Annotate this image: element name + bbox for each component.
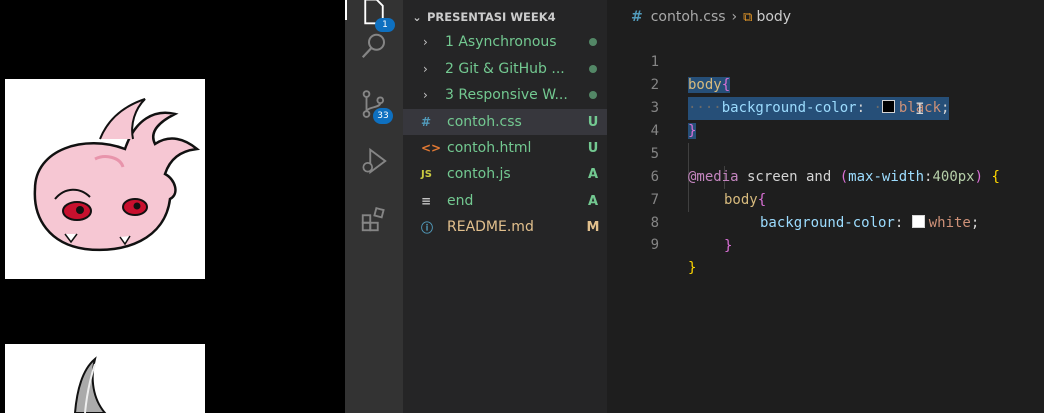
run-debug-icon xyxy=(362,147,387,175)
file-name: end xyxy=(447,193,474,209)
chevron-right-icon: › xyxy=(423,62,428,76)
folder-item[interactable]: › 2 Git & GitHub ... xyxy=(403,56,607,82)
source-control-button[interactable]: 33 xyxy=(345,80,403,128)
css-file-icon: # xyxy=(421,115,432,129)
scm-badge: 33 xyxy=(373,108,393,124)
browser-preview xyxy=(0,0,345,413)
breadcrumb-symbol[interactable]: body xyxy=(756,9,791,25)
file-name: contoh.css xyxy=(447,114,522,130)
file-item-end[interactable]: ≡ end A xyxy=(403,188,607,214)
run-debug-button[interactable] xyxy=(345,137,403,185)
git-status: M xyxy=(586,219,600,235)
symbol-class-icon: ⧉ xyxy=(743,9,753,25)
git-status: U xyxy=(587,140,599,156)
folder-name: 2 Git & GitHub ... xyxy=(445,61,565,77)
folder-item[interactable]: › 1 Asynchronous xyxy=(403,29,607,55)
text-file-icon: ≡ xyxy=(421,194,432,208)
status-dot xyxy=(579,88,607,103)
brace: } xyxy=(688,260,697,276)
file-item-css[interactable]: # contoh.css U xyxy=(403,109,607,135)
code-line: 9 } xyxy=(607,211,1044,276)
breadcrumb-file[interactable]: contoh.css xyxy=(651,9,726,25)
extensions-button[interactable] xyxy=(345,195,403,243)
folder-item[interactable]: › 3 Responsive W... xyxy=(403,82,607,108)
code-line: 3 } xyxy=(607,74,1044,139)
extensions-icon xyxy=(361,207,385,232)
brace: } xyxy=(724,238,733,254)
folder-name: 3 Responsive W... xyxy=(445,87,568,103)
activity-bar: 1 33 xyxy=(345,0,403,413)
line-number: 9 xyxy=(650,237,659,253)
text-cursor-icon: I xyxy=(915,99,925,118)
code-line: 1 body{ xyxy=(607,28,1044,93)
active-indicator xyxy=(345,0,347,20)
html-file-icon: <> xyxy=(421,141,442,155)
chevron-right-icon: › xyxy=(731,9,738,25)
ghost-digimon-image xyxy=(5,79,205,279)
file-item-html[interactable]: <> contoh.html U xyxy=(403,135,607,161)
workspace-header[interactable]: ⌄ PRESENTASI WEEK4 xyxy=(403,6,607,28)
chevron-right-icon: › xyxy=(423,35,428,49)
git-status: U xyxy=(587,114,599,130)
code-editor[interactable]: # contoh.css › ⧉ body 1 body{ 2 ····back… xyxy=(607,0,1044,413)
chevron-down-icon: ⌄ xyxy=(412,10,422,24)
code-line: 4 xyxy=(607,97,1044,139)
file-item-js[interactable]: JS contoh.js A xyxy=(403,161,607,187)
js-file-icon: JS xyxy=(421,168,432,180)
folder-name: 1 Asynchronous xyxy=(445,34,557,50)
status-dot xyxy=(579,35,607,50)
git-status: A xyxy=(587,166,599,182)
horn-image xyxy=(5,344,205,413)
code-line: 2 ····background-color: · black; xyxy=(607,51,1044,120)
chevron-right-icon: › xyxy=(423,88,428,102)
search-icon xyxy=(361,33,385,59)
status-dot xyxy=(579,62,607,77)
file-item-readme[interactable]: ⓘ README.md M xyxy=(403,214,607,240)
code-line: 7 background-color: white; xyxy=(607,166,1044,231)
screen: 1 33 ⌄ PRESENTASI WEEK4 › 1 Asynchronous… xyxy=(0,0,1044,413)
search-button[interactable] xyxy=(345,22,403,70)
git-status: A xyxy=(587,193,599,209)
code-line: 6 body{ xyxy=(607,143,1044,208)
css-file-icon: # xyxy=(631,9,643,25)
code-line: 8 } xyxy=(607,189,1044,254)
file-name: contoh.js xyxy=(447,166,511,182)
workspace-title: PRESENTASI WEEK4 xyxy=(427,10,556,24)
code-line: 5 @media screen and (max-width:400px) { xyxy=(607,120,1044,185)
info-file-icon: ⓘ xyxy=(421,220,434,235)
file-name: README.md xyxy=(447,219,534,235)
explorer-sidebar: ⌄ PRESENTASI WEEK4 › 1 Asynchronous › 2 … xyxy=(403,0,607,413)
file-name: contoh.html xyxy=(447,140,532,156)
